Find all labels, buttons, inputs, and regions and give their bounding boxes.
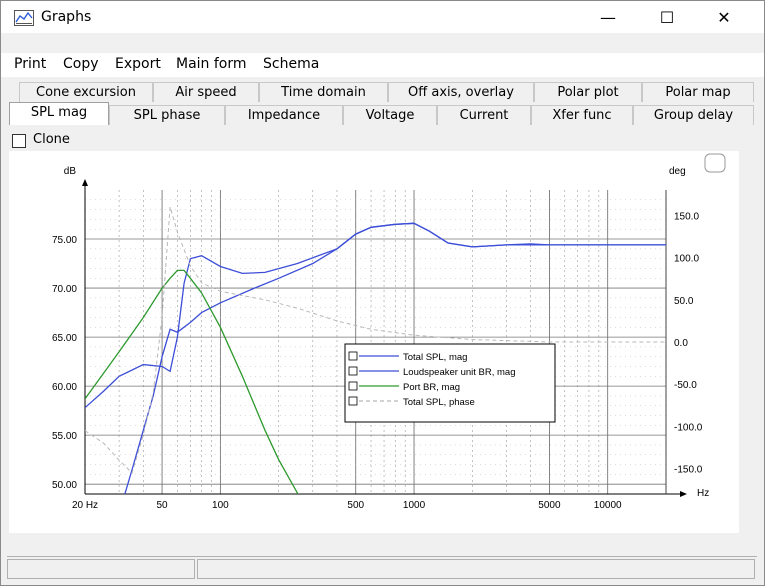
tab-xfer-func[interactable]: Xfer func: [531, 105, 633, 125]
graphs-app-icon: [14, 10, 34, 26]
tab-impedance[interactable]: Impedance: [225, 105, 343, 125]
tab-polar-plot[interactable]: Polar plot: [534, 82, 642, 102]
close-button[interactable]: ✕: [701, 1, 747, 33]
status-pane-2: [197, 559, 755, 579]
x-tick-label: 1000: [403, 500, 426, 511]
tab-group-delay[interactable]: Group delay: [633, 105, 754, 125]
y-tick-label: 55.00: [52, 431, 77, 442]
spl-chart: 75.00 70.00 65.00 60.00 55.00 50.00 150.0 100.0…: [52, 153, 726, 511]
tab-off-axis-overlay[interactable]: Off axis, overlay: [388, 82, 534, 102]
menu-schema[interactable]: Schema: [263, 56, 319, 72]
legend-toggle: [348, 381, 358, 391]
y-tick-label: 60.00: [52, 382, 77, 393]
minimize-icon: —: [600, 7, 616, 27]
maximize-button[interactable]: ☐: [644, 1, 690, 33]
legend-label: Total SPL, mag: [403, 352, 467, 363]
legend-toggle: [348, 396, 358, 406]
x-tick-label: 10000: [594, 500, 622, 511]
legend-toggle: [348, 366, 358, 376]
minimize-button[interactable]: —: [585, 1, 631, 33]
x-tick-label: 20 Hz: [72, 500, 98, 511]
maximize-icon: ☐: [659, 7, 675, 27]
y2-tick-label: -50.0: [674, 380, 697, 391]
legend-label: Loudspeaker unit BR, mag: [403, 367, 515, 378]
menu-copy[interactable]: Copy: [63, 56, 99, 72]
menu-export[interactable]: Export: [115, 56, 161, 72]
options-toggle[interactable]: [704, 153, 726, 173]
x-tick-label: 100: [212, 500, 229, 511]
menu-print[interactable]: Print: [14, 56, 46, 72]
y-tick-label: 70.00: [52, 284, 77, 295]
x-tick-label: 5000: [538, 500, 561, 511]
tab-spl-phase[interactable]: SPL phase: [109, 105, 225, 125]
series-line-2: [85, 269, 299, 494]
tab-current[interactable]: Current: [437, 105, 531, 125]
tab-spl-mag[interactable]: SPL mag: [9, 102, 109, 125]
legend-label: Port BR, mag: [403, 382, 460, 393]
y-axis-arrow: [82, 179, 88, 186]
y-tick-label: 65.00: [52, 333, 77, 344]
menu-bar: Print Copy Export Main form Schema: [1, 53, 764, 77]
x-axis-arrow: [680, 491, 687, 497]
y2-tick-label: -150.0: [674, 465, 703, 476]
y2-tick-label: 150.0: [674, 211, 699, 222]
x-tick-label: 500: [347, 500, 364, 511]
tab-row-2: SPL mag SPL phase Impedance Voltage Curr…: [1, 102, 764, 126]
tab-voltage[interactable]: Voltage: [343, 105, 437, 125]
x-tick-label: 50: [157, 500, 169, 511]
series-line-3: [85, 206, 666, 474]
clone-label: Clone: [33, 132, 70, 147]
y2-tick-label: 100.0: [674, 254, 699, 265]
tab-air-speed[interactable]: Air speed: [153, 82, 259, 102]
title-bar: Graphs — ☐ ✕: [1, 1, 764, 33]
window-title: Graphs: [41, 9, 92, 25]
tab-polar-map[interactable]: Polar map: [642, 82, 754, 102]
legend-label: Total SPL, phase: [403, 397, 475, 408]
y-axis-label: dB: [64, 166, 77, 177]
clone-checkbox[interactable]: [12, 134, 26, 148]
y-tick-label: 75.00: [52, 235, 77, 246]
graphs-window: Graphs — ☐ ✕ Print Copy Export Main form…: [0, 0, 765, 586]
y2-tick-label: 0.0: [674, 338, 688, 349]
y2-tick-label: -100.0: [674, 422, 703, 433]
legend: Total SPL, mag Loudspeaker unit BR, mag Po…: [344, 343, 556, 423]
status-pane-1: [7, 559, 195, 579]
close-icon: ✕: [717, 7, 731, 27]
tab-time-domain[interactable]: Time domain: [259, 82, 388, 102]
x-axis-unit: Hz: [697, 488, 709, 499]
status-bar: [7, 556, 757, 579]
y2-axis-label: deg: [669, 166, 686, 177]
menu-main-form[interactable]: Main form: [176, 56, 247, 72]
plot-panel: 75.00 70.00 65.00 60.00 55.00 50.00 150.0 100.0…: [9, 151, 739, 533]
y-tick-label: 50.00: [52, 480, 77, 491]
legend-toggle: [348, 351, 358, 361]
tab-row-1: Cone excursion Air speed Time domain Off…: [1, 82, 764, 103]
tab-cone-excursion[interactable]: Cone excursion: [19, 82, 153, 102]
y2-tick-label: 50.0: [674, 296, 694, 307]
